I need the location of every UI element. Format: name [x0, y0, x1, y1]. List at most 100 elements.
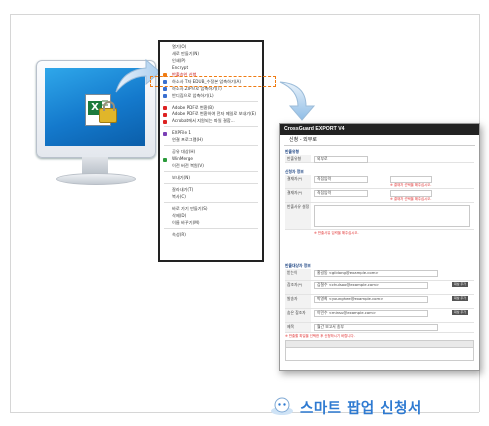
section-recipients: 반출대상자 정보 받는이 홍길동 <gildong@example.com> 참… — [285, 262, 474, 361]
export-request-window: CrossGuard EXPORT V4 신청 - 외부로 반출유형 반출유형 … — [279, 123, 480, 371]
context-menu-item[interactable]: Acrobat에서 지원되는 파일 결합... — [160, 118, 262, 125]
sender-input[interactable]: 박영희 <younghee@example.com> — [314, 296, 428, 303]
subject-input[interactable]: 월간 보고서 송부 — [314, 324, 438, 331]
field-label: 결재자(*) — [285, 189, 311, 202]
menu-item-icon — [163, 87, 167, 92]
menu-item-label: Adobe PDF로 변환하여 전자 메일로 보내기(E) — [172, 111, 257, 117]
editor-toolbar[interactable] — [285, 340, 474, 348]
editor-body[interactable] — [285, 348, 474, 361]
menu-item-label: EXPFile 1 — [172, 130, 192, 136]
context-menu-item[interactable]: 반디집으로 압축하기(L) — [160, 93, 262, 100]
section-heading: 반출대상자 정보 — [285, 263, 311, 268]
menu-item-label: 이전 버전 복원(V) — [172, 163, 204, 169]
section-heading: 신청자 정보 — [285, 169, 304, 174]
menu-item-label: 반디집으로 압축하기(L) — [172, 92, 214, 98]
curved-arrow-down-icon — [279, 81, 316, 121]
form-row: 결재자(*) 직접입력 ※ 결재자 선택을 해주십시오. — [285, 189, 474, 203]
export-type-select[interactable]: 외부로 — [314, 156, 368, 163]
menu-item-label: 연결 프로그램(H) — [172, 137, 203, 143]
menu-item-label: 새로 만들기(N) — [172, 50, 199, 56]
warning-text: ※ 결재자 선택을 해주십시오. — [390, 183, 432, 187]
approver-select[interactable]: 직접입력 — [314, 176, 368, 183]
field-label: 발송자 — [285, 295, 311, 308]
field-label: 결재자(*) — [285, 175, 311, 188]
menu-item-label: 복사(C) — [172, 193, 186, 199]
menu-item-label: 인쇄(P) — [172, 57, 186, 63]
form-row: 숨은 참조자 이민수 <minsu@example.com> 대상 추가 — [285, 309, 474, 323]
menu-item-label: Encrypt — [172, 64, 189, 70]
warning-text: ※ 반출할 파일을 선택한 후 신청하시기 바랍니다. — [285, 334, 355, 338]
menu-highlight-frame — [150, 76, 276, 87]
context-menu-item[interactable]: Adobe PDF로 변환(B) — [160, 105, 262, 112]
menu-item-label: 공유 대상(H) — [172, 149, 196, 155]
menu-item-icon — [163, 131, 167, 136]
context-menu-item[interactable]: 삭제(D) — [160, 213, 262, 220]
slogan-text: 스마트 팝업 신청서 — [300, 401, 422, 417]
frame-top-line — [10, 14, 479, 15]
context-menu-item[interactable]: 복사(C) — [160, 194, 262, 201]
context-menu-item[interactable]: EXPFile 1 — [160, 130, 262, 137]
recipient-input[interactable]: 홍길동 <gildong@example.com> — [314, 270, 438, 277]
field-label: 숨은 참조자 — [285, 309, 311, 322]
field-label: 참조자(*) — [285, 281, 311, 294]
section-heading: 반출유형 — [285, 149, 299, 154]
menu-item-label: 잘라내기(T) — [172, 186, 194, 192]
context-menu-item[interactable]: 이름 바꾸기(M) — [160, 220, 262, 227]
cc-input[interactable]: 김철수 <chulsoo@example.com> — [314, 282, 428, 289]
field-label: 반출사유 설정 — [285, 203, 311, 229]
frame-left-line — [10, 14, 11, 412]
menu-item-icon — [163, 112, 167, 117]
menu-item-icon — [163, 106, 167, 110]
form-row: 참조자(*) 김철수 <chulsoo@example.com> 대상 추가 — [285, 281, 474, 295]
warning-text: ※ 결재자 선택을 해주십시오. — [390, 197, 432, 201]
add-target-button[interactable]: 대상 추가 — [452, 296, 468, 301]
add-target-button[interactable]: 대상 추가 — [452, 282, 468, 287]
form-row: 발송자 박영희 <younghee@example.com> 대상 추가 — [285, 295, 474, 309]
field-label: 제목 — [285, 323, 311, 332]
field-label: 받는이 — [285, 269, 311, 280]
add-target-button[interactable]: 대상 추가 — [452, 310, 468, 315]
context-menu-item[interactable]: 연결 프로그램(H) — [160, 137, 262, 144]
page-title: 신청 - 외부로 — [284, 135, 475, 146]
form-row: 받는이 홍길동 <gildong@example.com> — [285, 269, 474, 281]
lock-icon — [99, 101, 117, 123]
context-menu-item[interactable]: 공유 대상(H) — [160, 149, 262, 156]
menu-item-label: 열기(O) — [172, 44, 187, 49]
menu-item-icon — [163, 94, 167, 99]
context-menu-item[interactable]: 인쇄(P) — [160, 58, 262, 65]
menu-item-icon — [163, 119, 167, 124]
warning-text: ※ 반출사유 입력을 해주십시오. — [314, 231, 359, 235]
menu-item-label: WinMerge — [172, 156, 193, 162]
context-menu-item[interactable]: 바로 가기 만들기(S) — [160, 206, 262, 213]
reason-textarea[interactable] — [314, 205, 470, 227]
menu-item-label: 이름 바꾸기(M) — [172, 219, 200, 225]
menu-item-label: 속성(R) — [172, 231, 186, 237]
menu-item-label: 보내기(N) — [172, 175, 190, 180]
form-row: 결재자(*) 직접입력 ※ 결재자 선택을 해주십시오. — [285, 175, 474, 189]
menu-item-label: Adobe PDF로 변환(B) — [172, 104, 214, 110]
context-menu: 열기(O) 새로 만들기(N) 인쇄(P) Encrypt 반출승인 신청 하소사 T자 … — [158, 40, 264, 262]
context-menu-item[interactable]: 속성(R) — [160, 232, 262, 239]
context-menu-item[interactable]: 열기(O) — [160, 44, 262, 51]
window-title: CrossGuard EXPORT V4 — [280, 124, 479, 135]
form-row: 반출유형 외부로 — [285, 155, 474, 163]
context-menu-item[interactable]: Adobe PDF로 변환하여 전자 메일로 보내기(E) — [160, 111, 262, 118]
section-export-type: 반출유형 반출유형 외부로 — [285, 148, 474, 163]
menu-item-label: Acrobat에서 지원되는 파일 결합... — [172, 118, 235, 124]
context-menu-item[interactable]: 보내기(N) — [160, 175, 262, 182]
menu-item-icon — [163, 157, 167, 162]
context-menu-item[interactable]: 잘라내기(T) — [160, 187, 262, 194]
form-row: 반출사유 설정 — [285, 203, 474, 230]
mascot-icon — [271, 397, 293, 415]
context-menu-item[interactable]: Encrypt — [160, 65, 262, 72]
monitor-base — [56, 173, 136, 185]
form-row: 제목 월간 보고서 송부 — [285, 323, 474, 333]
menu-item-label: 삭제(D) — [172, 212, 187, 218]
approver-select[interactable]: 직접입력 — [314, 190, 368, 197]
bcc-input[interactable]: 이민수 <minsu@example.com> — [314, 310, 428, 317]
context-menu-item[interactable]: WinMerge — [160, 156, 262, 163]
context-menu-item[interactable]: 새로 만들기(N) — [160, 51, 262, 58]
section-applicant: 신청자 정보 결재자(*) 직접입력 ※ 결재자 선택을 해주십시오. 결재자(… — [285, 168, 474, 237]
field-label: 반출유형 — [285, 155, 311, 162]
context-menu-item[interactable]: 이전 버전 복원(V) — [160, 163, 262, 170]
